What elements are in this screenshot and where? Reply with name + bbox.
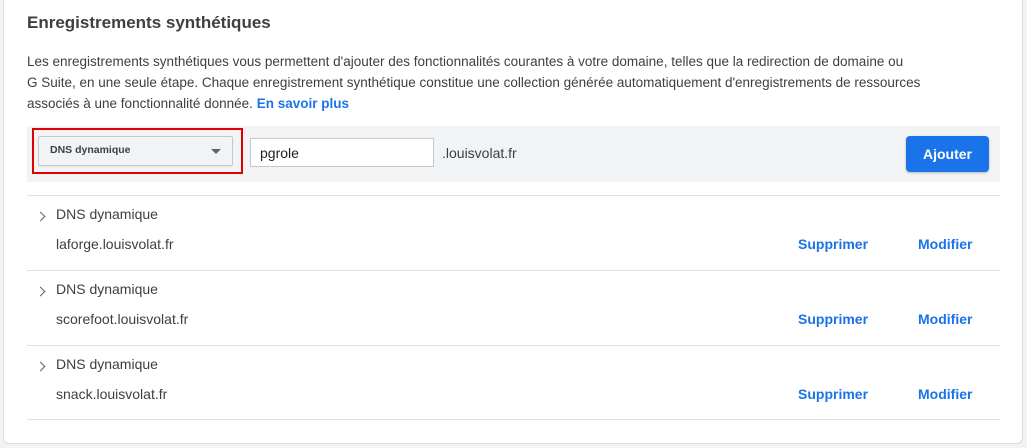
record-domain: snack.louisvolat.fr <box>56 386 168 402</box>
edit-button[interactable]: Modifier <box>918 311 972 327</box>
record-domain: laforge.louisvolat.fr <box>56 236 174 252</box>
record-row[interactable]: DNS dynamique snack.louisvolat.fr Suppri… <box>27 345 1000 420</box>
record-type: DNS dynamique <box>56 356 158 372</box>
chevron-right-icon[interactable] <box>35 361 46 372</box>
description-line-2: G Suite, en une seule étape. Chaque enre… <box>27 75 921 90</box>
delete-button[interactable]: Supprimer <box>798 386 868 402</box>
learn-more-link[interactable]: En savoir plus <box>257 96 349 111</box>
add-button[interactable]: Ajouter <box>906 136 989 172</box>
record-type: DNS dynamique <box>56 281 158 297</box>
record-type: DNS dynamique <box>56 206 158 222</box>
section-description: Les enregistrements synthétiques vous pe… <box>27 51 987 114</box>
section-title: Enregistrements synthétiques <box>27 13 271 32</box>
edit-button[interactable]: Modifier <box>918 386 972 402</box>
domain-suffix: .louisvolat.fr <box>442 145 517 161</box>
subdomain-input[interactable] <box>250 138 434 167</box>
record-row[interactable]: DNS dynamique scorefoot.louisvolat.fr Su… <box>27 270 1000 345</box>
description-line-1: Les enregistrements synthétiques vous pe… <box>27 54 904 69</box>
delete-button[interactable]: Supprimer <box>798 311 868 327</box>
select-highlight-outline <box>32 128 243 174</box>
chevron-right-icon[interactable] <box>35 211 46 222</box>
chevron-right-icon[interactable] <box>35 286 46 297</box>
record-row[interactable]: DNS dynamique laforge.louisvolat.fr Supp… <box>27 195 1000 270</box>
delete-button[interactable]: Supprimer <box>798 236 868 252</box>
record-domain: scorefoot.louisvolat.fr <box>56 311 189 327</box>
edit-button[interactable]: Modifier <box>918 236 972 252</box>
description-line-3: associés à une fonctionnalité donnée. <box>27 96 253 111</box>
